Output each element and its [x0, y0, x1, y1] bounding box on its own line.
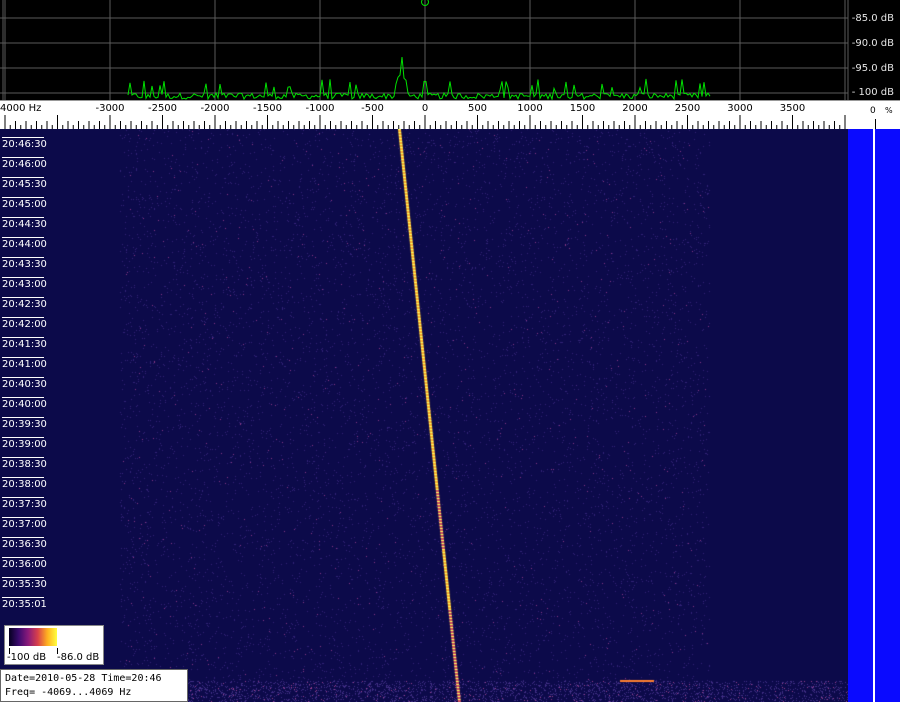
legend-max-label: -86.0 dB	[57, 652, 100, 663]
time-label: 20:35:01	[2, 597, 47, 610]
freq-tick-label: 500	[467, 103, 488, 114]
time-label: 20:44:30	[2, 217, 47, 230]
waterfall-canvas	[0, 129, 848, 702]
db-label-90: -90.0 dB	[851, 38, 894, 49]
time-label: 20:38:00	[2, 477, 47, 490]
freq-tick-label: -3000	[95, 103, 125, 114]
freq-tick-label: 3000	[727, 103, 753, 114]
time-label: 20:42:00	[2, 317, 47, 330]
level-percent-value: 0	[870, 106, 876, 116]
time-label: 20:43:00	[2, 277, 47, 290]
time-label: 20:46:00	[2, 157, 47, 170]
time-label: 20:35:30	[2, 577, 47, 590]
time-label: 20:36:30	[2, 537, 47, 550]
spectrum-display[interactable]: -85.0 dB -90.0 dB -95.0 dB - 100 dB	[0, 0, 900, 100]
time-label: 20:39:30	[2, 417, 47, 430]
time-label: 20:42:30	[2, 297, 47, 310]
time-label: 20:37:00	[2, 517, 47, 530]
legend-min-label: -100 dB	[7, 652, 47, 663]
time-label: 20:36:00	[2, 557, 47, 570]
time-label: 20:41:30	[2, 337, 47, 350]
time-label: 20:45:00	[2, 197, 47, 210]
freq-tick-label: -1000	[305, 103, 335, 114]
freq-tick-label: 3500	[779, 103, 806, 114]
time-label: 20:45:30	[2, 177, 47, 190]
time-label: 20:40:30	[2, 377, 47, 390]
level-meter-bar[interactable]	[848, 129, 900, 702]
frequency-scale[interactable]: 4000 Hz -3000 -2500 -2000 -1500 -1000 -5…	[0, 100, 848, 130]
freq-tick-label: 2000	[622, 103, 648, 114]
level-meter-marker	[873, 129, 875, 702]
time-label: 20:44:00	[2, 237, 47, 250]
db-label-95: -95.0 dB	[851, 63, 894, 74]
time-label: 20:46:30	[2, 137, 47, 150]
time-label: 20:38:30	[2, 457, 47, 470]
level-percent-box: 0 %	[848, 100, 900, 130]
time-label: 20:40:00	[2, 397, 47, 410]
freq-tick-label: -2500	[147, 103, 178, 114]
db-label-100: - 100 dB	[851, 87, 894, 98]
waterfall-display[interactable]: 20:46:30 20:46:00 20:45:30 20:45:00 20:44:30…	[0, 129, 848, 702]
level-percent-unit: %	[885, 106, 893, 115]
time-label: 20:41:00	[2, 357, 47, 370]
freq-tick-label: -2000	[200, 103, 230, 114]
freq-tick-label: 1000	[517, 103, 543, 114]
freq-tick-label: -1500	[252, 103, 283, 114]
freq-tick-label: 2500	[674, 103, 701, 114]
freq-range-line: Freq= -4069...4069 Hz	[5, 687, 132, 698]
freq-tick-label: -500	[361, 103, 384, 114]
frequency-unit-label: 4000 Hz	[0, 103, 42, 114]
spectrum-plot	[0, 0, 849, 100]
time-label: 20:39:00	[2, 437, 47, 450]
time-label: 20:43:30	[2, 257, 47, 270]
color-gradient	[9, 628, 57, 646]
date-time-line: Date=2010-05-28 Time=20:46	[5, 673, 162, 684]
db-label-85: -85.0 dB	[851, 13, 894, 24]
freq-tick-label: 0	[421, 103, 429, 114]
time-label: 20:37:30	[2, 497, 47, 510]
info-box: Date=2010-05-28 Time=20:46 Freq= -4069..…	[0, 669, 188, 702]
freq-tick-label: 1500	[569, 103, 596, 114]
color-legend: -100 dB -86.0 dB	[4, 625, 104, 665]
